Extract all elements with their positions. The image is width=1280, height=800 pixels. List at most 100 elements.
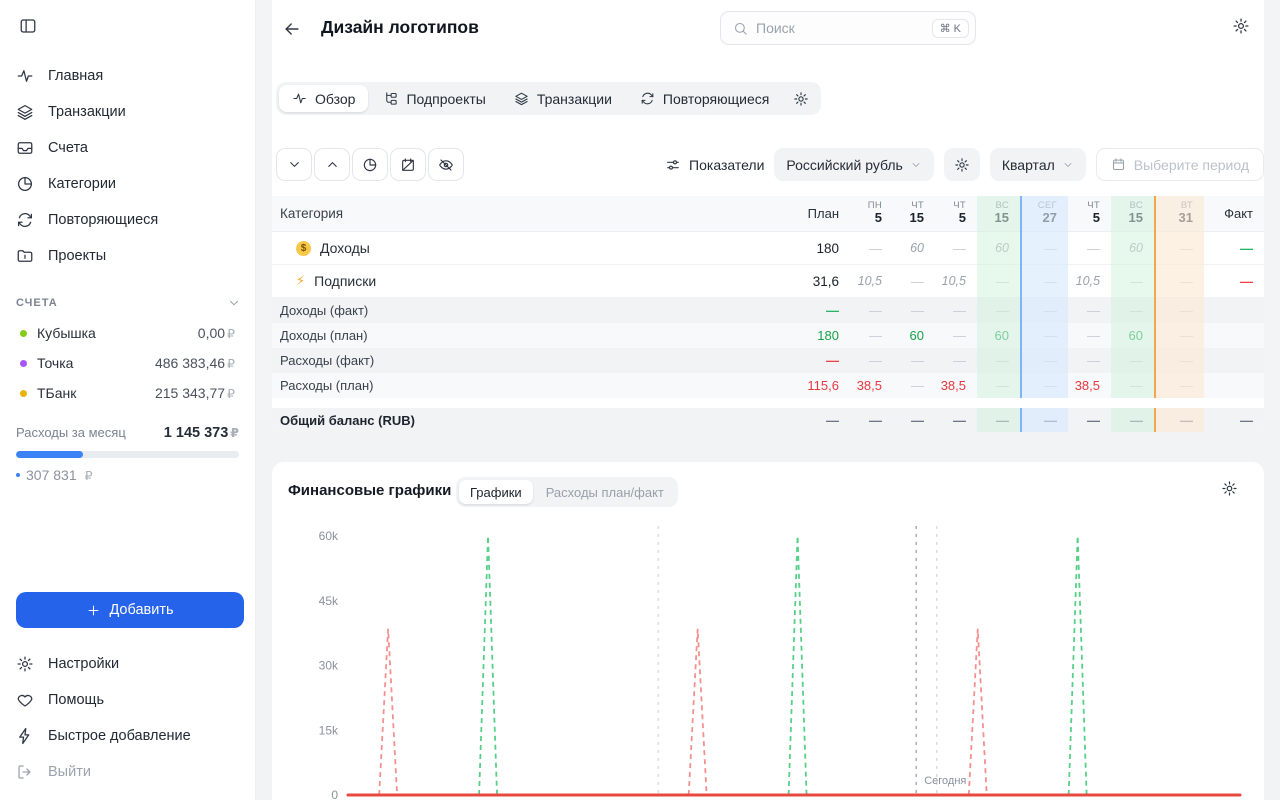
hide-values-button[interactable]: [428, 148, 464, 181]
add-button[interactable]: Добавить: [16, 592, 244, 628]
activity-icon: [17, 70, 33, 82]
sidebar-item-projects[interactable]: Проекты: [0, 238, 255, 274]
account-row[interactable]: ТБанк 215 343,77 ₽: [0, 378, 255, 408]
sidebar-item-help[interactable]: Помощь: [0, 682, 255, 718]
select-period-label: Выберите период: [1133, 156, 1249, 173]
select-period-button[interactable]: Выберите период: [1095, 148, 1264, 181]
chevron-down-icon: [289, 162, 299, 167]
tab-overview[interactable]: Обзор: [279, 85, 369, 112]
back-button[interactable]: [282, 19, 306, 39]
cell-plan: —: [826, 412, 839, 428]
chart-tab-graphs[interactable]: Графики: [459, 480, 533, 504]
table-row-income-category[interactable]: $ Доходы 180 — 60 — 60 — — 60 — —: [272, 232, 1264, 265]
money-bag-icon: $: [296, 240, 311, 256]
calendar-off-button[interactable]: [390, 148, 426, 181]
financial-charts-card: 0 15k 30k 45k 60k Сегодня Финансовые графики …: [272, 462, 1264, 800]
table-row-subscriptions-category[interactable]: ⚡ Подписки 31,6 10,5 — 10,5 — — 10,5 — — …: [272, 265, 1264, 298]
sidebar-item-settings[interactable]: Настройки: [0, 646, 255, 682]
search-icon: [734, 22, 747, 35]
account-row[interactable]: Точка 486 383,46 ₽: [0, 348, 255, 378]
indicators-button[interactable]: Показатели: [665, 157, 764, 173]
cell-day: —: [869, 328, 882, 343]
column-day: ЧТ 5: [953, 199, 966, 226]
cell-day: —: [996, 303, 1009, 318]
svg-text:0: 0: [331, 788, 338, 800]
table-row-total-balance: Общий баланс (RUB) — — — — — — — — — —: [272, 408, 1264, 432]
cell-day: 38,5: [856, 378, 882, 393]
table-header-row: Категория План ПН 5 ЧТ 15 ЧТ 5 ВС 15 СЕГ 27 Ч…: [272, 196, 1264, 232]
column-day-today: СЕГ 27: [1037, 199, 1057, 226]
tab-transactions[interactable]: Транзакции: [501, 85, 625, 112]
sidebar-item-label: Настройки: [48, 656, 120, 672]
layers-icon: [515, 92, 528, 106]
cell-day: —: [1087, 328, 1100, 343]
cell-day: 60: [994, 328, 1009, 343]
activity-icon: [293, 93, 306, 104]
layers-icon: [17, 104, 33, 120]
sidebar-item-label: Помощь: [48, 692, 105, 708]
arrow-left-icon: [285, 23, 299, 35]
collapse-rows-button[interactable]: [276, 148, 312, 181]
cell-day: —: [1130, 273, 1143, 289]
budget-table: Категория План ПН 5 ЧТ 15 ЧТ 5 ВС 15 СЕГ 27 Ч…: [272, 196, 1264, 432]
currency-dropdown[interactable]: Российский рубль: [774, 148, 934, 181]
account-row[interactable]: Кубышка 0,00 ₽: [0, 318, 255, 348]
sidebar-item-label: Главная: [48, 68, 104, 84]
sliders-icon: [667, 159, 679, 170]
tabs-settings-gear-icon[interactable]: [784, 85, 818, 112]
cell-fact: —: [1240, 412, 1253, 428]
account-color-dot: [20, 329, 27, 337]
folder-icon: [17, 250, 33, 262]
table-settings-gear-icon[interactable]: [943, 148, 980, 181]
cell-day: —: [953, 328, 966, 343]
column-day: ВС 15: [994, 199, 1009, 226]
financial-chart: 0 15k 30k 45k 60k Сегодня: [319, 526, 1242, 800]
pie-chart-icon: [363, 158, 377, 171]
period-dropdown[interactable]: Квартал: [989, 148, 1086, 181]
cell-day: —: [1087, 412, 1100, 428]
month-progress-bar: [16, 451, 239, 458]
add-button-label: Добавить: [109, 602, 174, 618]
chevron-down-icon[interactable]: [227, 296, 241, 310]
cell-day: —: [1180, 240, 1193, 256]
sidebar-item-quick-add[interactable]: Быстрое добавление: [0, 718, 255, 754]
sidebar-item-categories[interactable]: Категории: [0, 166, 255, 202]
chart-settings-gear-icon[interactable]: [1221, 480, 1238, 497]
chart-tabs: Графики Расходы план/факт: [456, 477, 678, 507]
chevron-up-icon: [327, 162, 337, 167]
sidebar-item-accounts[interactable]: Счета: [0, 130, 255, 166]
search-box[interactable]: ⌘ K: [720, 11, 976, 45]
cell-day: —: [869, 303, 882, 318]
svg-text:15k: 15k: [319, 723, 339, 737]
planned-expenses-value: 307 831: [26, 467, 77, 483]
cell-day: —: [1087, 353, 1100, 368]
search-input[interactable]: [756, 20, 932, 36]
cell-day: —: [1044, 378, 1057, 393]
svg-text:Сегодня: Сегодня: [924, 775, 966, 787]
month-expenses-label: Расходы за месяц: [16, 425, 126, 440]
expand-rows-button[interactable]: [314, 148, 350, 181]
cell-day: —: [911, 353, 924, 368]
pie-view-button[interactable]: [352, 148, 388, 181]
cell-plan: —: [826, 303, 839, 318]
chevron-down-icon: [1064, 162, 1072, 167]
header-settings-gear-icon[interactable]: [1232, 17, 1250, 35]
sidebar-item-transactions[interactable]: Транзакции: [0, 94, 255, 130]
sidebar-item-recurring[interactable]: Повторяющиеся: [0, 202, 255, 238]
cell-fact: —: [1240, 240, 1253, 256]
chart-tab-plan-fact[interactable]: Расходы план/факт: [535, 480, 675, 504]
sidebar-item-logout[interactable]: Выйти: [0, 754, 255, 790]
svg-text:60k: 60k: [319, 529, 339, 543]
column-day: ЧТ 5: [1087, 199, 1100, 226]
tab-label: Повторяющиеся: [662, 90, 770, 107]
currency-symbol: ₽: [84, 468, 93, 483]
tab-recurring[interactable]: Повторяющиеся: [627, 85, 782, 112]
period-dropdown-value: Квартал: [1001, 156, 1055, 173]
sidebar-item-home[interactable]: Главная: [0, 58, 255, 94]
tab-subprojects[interactable]: Подпроекты: [370, 85, 498, 112]
indicators-label: Показатели: [689, 156, 765, 173]
cell-day: —: [1130, 412, 1143, 428]
account-name: Точка: [37, 355, 74, 371]
sidebar-toggle-icon[interactable]: [14, 12, 42, 40]
row-label: Подписки: [314, 273, 377, 289]
